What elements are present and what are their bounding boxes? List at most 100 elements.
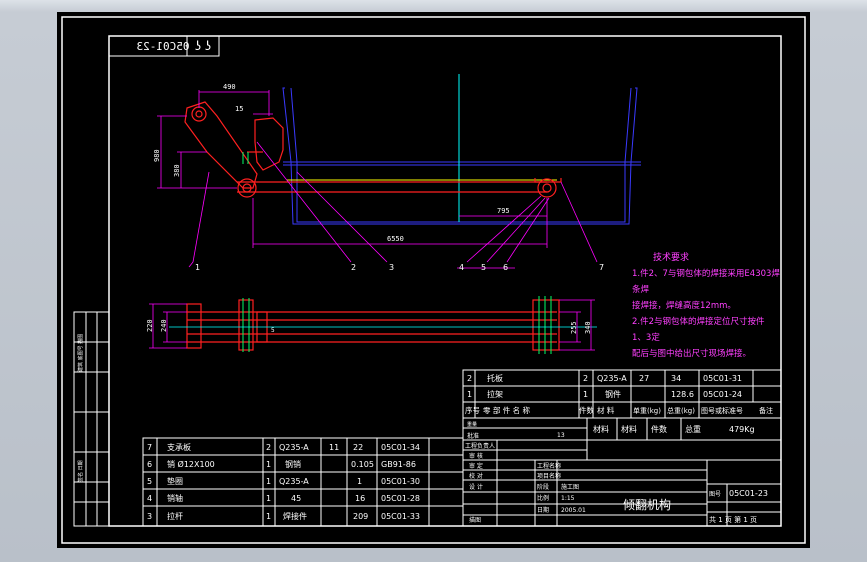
- svg-text:16: 16: [355, 494, 365, 503]
- svg-text:34: 34: [671, 374, 681, 383]
- svg-text:共 1 页 第 1 页: 共 1 页 第 1 页: [709, 515, 757, 524]
- drawing-title: 倾翻机构: [623, 497, 671, 512]
- svg-text:件数: 件数: [651, 424, 667, 434]
- tech-line-4: 2.件2与钢包体的焊接定位尺寸按件: [632, 316, 765, 327]
- callout-3: 3: [389, 263, 394, 272]
- callout-5: 5: [481, 263, 486, 272]
- side-view: 490 15 980 380 795 6550 1 2 3 4 5 6 7: [153, 74, 641, 272]
- svg-text:Q235-A: Q235-A: [279, 443, 309, 452]
- svg-text:焊接件: 焊接件: [283, 511, 307, 521]
- svg-text:重量: 重量: [467, 421, 477, 428]
- dim-380: 380: [173, 164, 181, 177]
- svg-text:05C01-33: 05C01-33: [381, 512, 420, 521]
- tech-line-1: 1.件2、7与钢包体的焊接采用E4303焊: [632, 268, 780, 279]
- svg-text:209: 209: [353, 512, 368, 521]
- svg-text:钢件: 钢件: [605, 389, 621, 399]
- svg-text:4: 4: [147, 494, 152, 503]
- svg-text:钢销: 钢销: [285, 459, 301, 469]
- svg-text:6: 6: [147, 460, 152, 469]
- svg-text:销 Ø12X100: 销 Ø12X100: [167, 459, 215, 469]
- svg-text:零 部 件 名 称: 零 部 件 名 称: [483, 405, 531, 415]
- drawing-number: 05C01-23: [729, 489, 768, 498]
- dim-15: 15: [235, 105, 243, 113]
- svg-text:描图: 描图: [469, 516, 481, 524]
- svg-text:总重(kg): 总重(kg): [667, 406, 695, 415]
- dim-240: 240: [160, 319, 168, 332]
- svg-text:1: 1: [357, 477, 362, 486]
- svg-text:22: 22: [353, 443, 363, 452]
- dim-490: 490: [223, 83, 236, 91]
- total-weight: 479Kg: [729, 425, 755, 434]
- svg-text:11: 11: [329, 443, 339, 452]
- dim-6550: 6550: [387, 235, 404, 243]
- svg-text:2: 2: [583, 374, 588, 383]
- tech-line-6: 配后与图中给出尺寸现场焊接。: [632, 348, 751, 359]
- svg-text:单重(kg): 单重(kg): [633, 406, 661, 415]
- svg-text:5: 5: [147, 477, 152, 486]
- svg-text:垫圈: 垫圈: [167, 476, 183, 486]
- top-view: 220 240 255 340 5: [146, 296, 597, 354]
- svg-text:工程负责人: 工程负责人: [465, 442, 495, 450]
- svg-text:阶段: 阶段: [537, 483, 549, 491]
- svg-text:1: 1: [266, 512, 271, 521]
- bom-lower-text: 7 支承板 2 Q235-A 11 22 05C01-34 6 销 Ø12X10…: [147, 442, 420, 521]
- svg-text:05C01-30: 05C01-30: [381, 477, 420, 486]
- title-block: [462, 417, 782, 527]
- svg-text:05C01-31: 05C01-31: [703, 374, 742, 383]
- technical-requirements: 技术要求 1.件2、7与钢包体的焊接采用E4303焊 条焊 接焊接，焊缝高度12…: [632, 251, 780, 359]
- callout-6: 6: [503, 263, 508, 272]
- svg-text:1: 1: [583, 390, 588, 399]
- svg-text:图号: 图号: [709, 491, 721, 498]
- svg-text:序号: 序号: [465, 405, 480, 415]
- svg-text:项目名称: 项目名称: [537, 472, 561, 480]
- cad-application-window: 05C01-23 ʖ ʖ 建筑 底图号 描图 签名 日期 490 15 980 …: [0, 0, 867, 562]
- dim-340: 340: [584, 321, 592, 334]
- svg-text:128.6: 128.6: [671, 390, 694, 399]
- drawing-canvas[interactable]: 05C01-23 ʖ ʖ 建筑 底图号 描图 签名 日期 490 15 980 …: [57, 12, 810, 548]
- dim-980: 980: [153, 149, 161, 162]
- svg-text:工程名称: 工程名称: [537, 462, 561, 470]
- svg-text:2005.01: 2005.01: [561, 507, 586, 514]
- dim-255: 255: [570, 321, 578, 334]
- tech-line-2: 条焊: [632, 284, 650, 295]
- callout-leaders: [188, 141, 598, 269]
- callout-4: 4: [459, 263, 464, 272]
- tie-rod: [237, 178, 562, 198]
- dim-795: 795: [497, 207, 510, 215]
- svg-text:05C01-28: 05C01-28: [381, 494, 420, 503]
- svg-text:1: 1: [266, 460, 271, 469]
- svg-text:2: 2: [266, 443, 271, 452]
- svg-text:图号或标准号: 图号或标准号: [701, 406, 743, 415]
- svg-text:13: 13: [557, 432, 565, 439]
- svg-text:批准: 批准: [467, 432, 479, 440]
- dim-220: 220: [146, 319, 154, 332]
- svg-text:0.105: 0.105: [351, 460, 374, 469]
- svg-text:Q235-A: Q235-A: [597, 374, 627, 383]
- svg-text:1: 1: [266, 494, 271, 503]
- svg-text:Q235-A: Q235-A: [279, 477, 309, 486]
- svg-text:建筑 底图号 描图: 建筑 底图号 描图: [77, 334, 84, 372]
- svg-text:05C01-23: 05C01-23: [137, 40, 190, 53]
- svg-text:销轴: 销轴: [167, 493, 183, 503]
- svg-text:拉架: 拉架: [487, 389, 503, 399]
- callout-1: 1: [195, 263, 200, 272]
- tech-line-3: 接焊接，焊缝高度12mm。: [632, 300, 736, 311]
- tech-line-5: 1、3定: [632, 332, 660, 343]
- dim-5: 5: [271, 327, 275, 334]
- lifting-arm: [184, 101, 284, 189]
- hook-symbol-icon: ʖ ʖ: [195, 39, 211, 53]
- svg-text:材 料: 材 料: [597, 405, 615, 415]
- svg-text:05C01-34: 05C01-34: [381, 443, 420, 452]
- svg-text:设 计: 设 计: [469, 483, 483, 491]
- svg-text:7: 7: [147, 443, 152, 452]
- svg-text:45: 45: [291, 494, 301, 503]
- svg-text:总重: 总重: [685, 424, 701, 434]
- svg-text:GB91-86: GB91-86: [381, 460, 416, 469]
- svg-text:05C01-24: 05C01-24: [703, 390, 742, 399]
- svg-text:托板: 托板: [487, 373, 503, 383]
- mirrored-code: 05C01-23: [137, 40, 190, 53]
- callout-7: 7: [599, 263, 604, 272]
- left-revision-strip: 建筑 底图号 描图 签名 日期: [73, 311, 110, 527]
- svg-text:3: 3: [147, 512, 152, 521]
- svg-text:1: 1: [266, 477, 271, 486]
